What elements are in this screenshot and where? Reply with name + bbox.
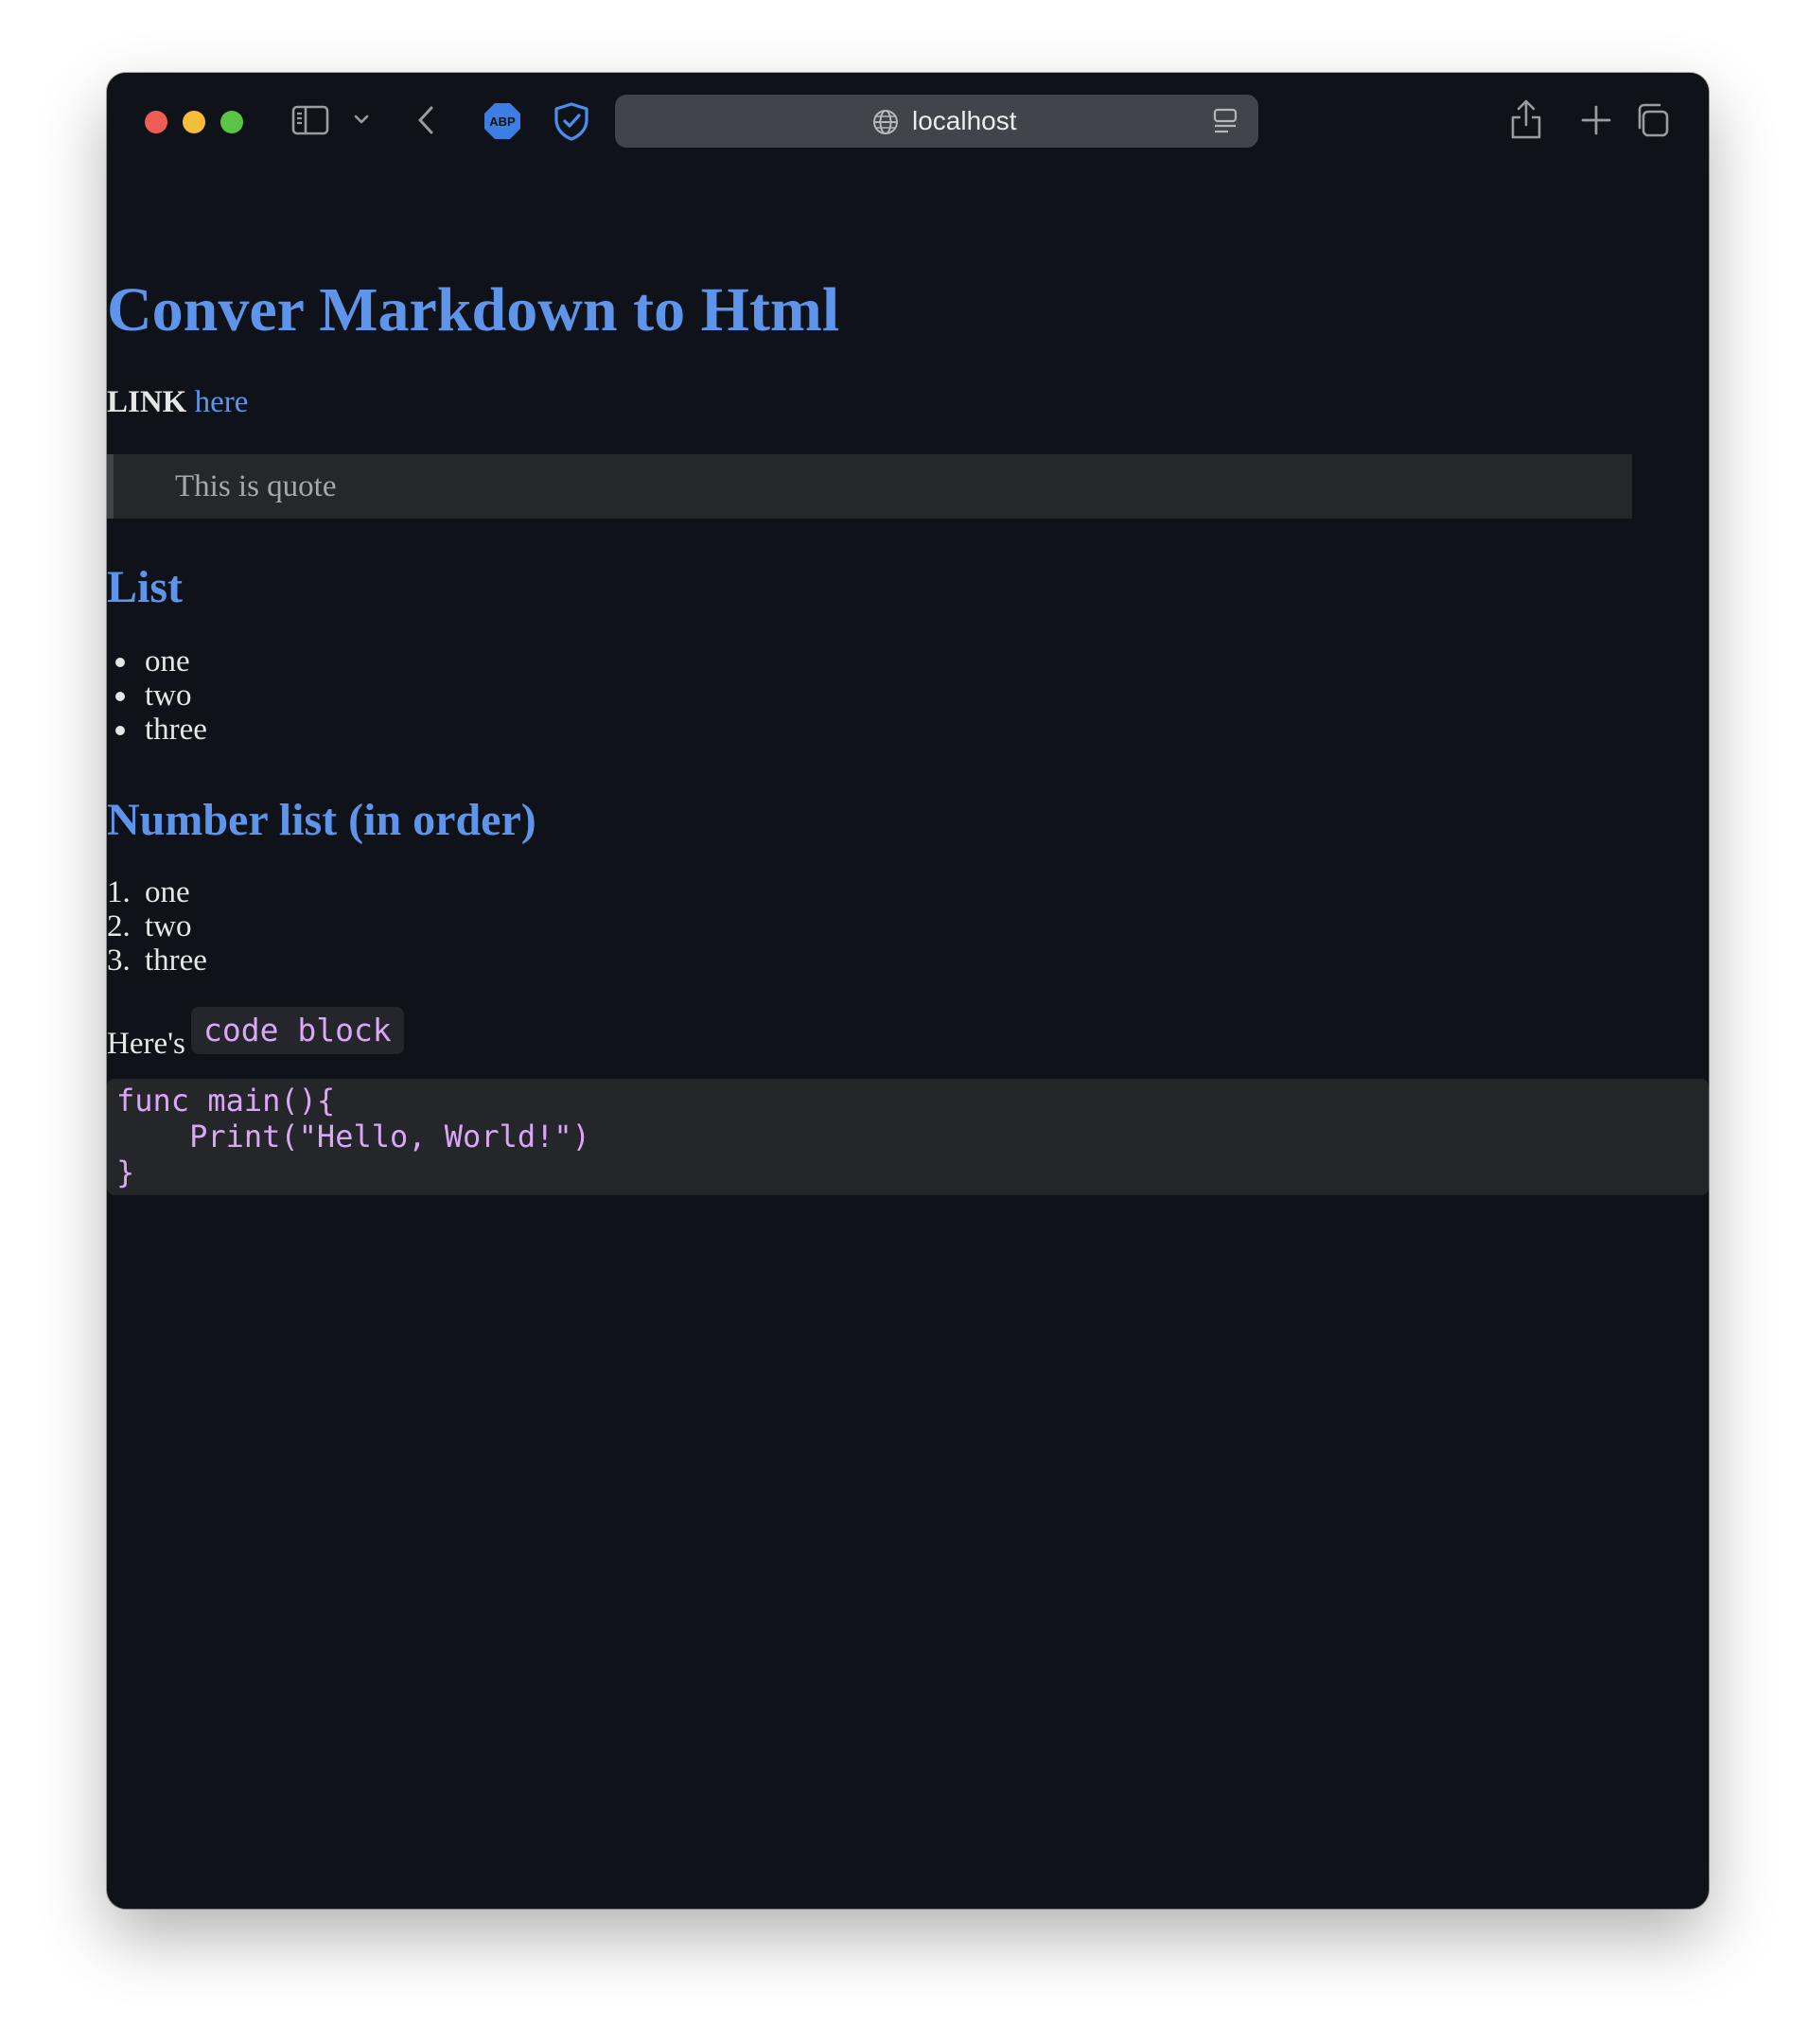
blockquote: This is quote — [107, 454, 1632, 519]
sidebar-toggle-icon[interactable] — [291, 105, 329, 135]
reader-icon[interactable] — [1213, 108, 1238, 139]
browser-window: ABP localhost Conver Markdown to Html LI… — [107, 73, 1709, 1909]
code-block: func main(){ Print("Hello, World!") } — [107, 1079, 1709, 1195]
address-bar[interactable]: localhost — [615, 95, 1258, 148]
bullet-icon — [115, 726, 125, 735]
close-window-button[interactable] — [145, 111, 167, 133]
inline-code: code block — [191, 1007, 404, 1054]
link-paragraph: LINK here — [107, 387, 248, 418]
code-line: Print("Hello, World!") — [116, 1119, 590, 1154]
here-link[interactable]: here — [195, 385, 249, 419]
share-icon[interactable] — [1510, 98, 1542, 140]
link-label: LINK — [107, 385, 187, 419]
svg-text:ABP: ABP — [489, 115, 516, 129]
number-list-heading: Number list (in order) — [107, 795, 536, 845]
back-arrow-icon[interactable] — [415, 105, 436, 135]
code-line: } — [116, 1154, 135, 1190]
code-line: func main(){ — [116, 1083, 336, 1119]
shield-check-icon[interactable] — [553, 101, 589, 141]
tab-overview-icon[interactable] — [1634, 102, 1670, 138]
zoom-window-button[interactable] — [220, 111, 243, 133]
chevron-down-icon[interactable] — [354, 114, 369, 125]
page-title: Conver Markdown to Html — [107, 275, 840, 344]
list-heading: List — [107, 562, 184, 612]
globe-icon — [872, 109, 899, 140]
code-intro-text: Here's — [107, 1027, 185, 1061]
bullet-icon — [115, 692, 125, 701]
blockquote-text: This is quote — [175, 469, 337, 503]
minimize-window-button[interactable] — [183, 111, 205, 133]
browser-toolbar: ABP localhost — [107, 73, 1709, 167]
plus-icon[interactable] — [1581, 105, 1611, 135]
address-text: localhost — [912, 106, 1017, 135]
bullet-icon — [115, 658, 125, 667]
abp-extension-icon[interactable]: ABP — [483, 101, 522, 141]
